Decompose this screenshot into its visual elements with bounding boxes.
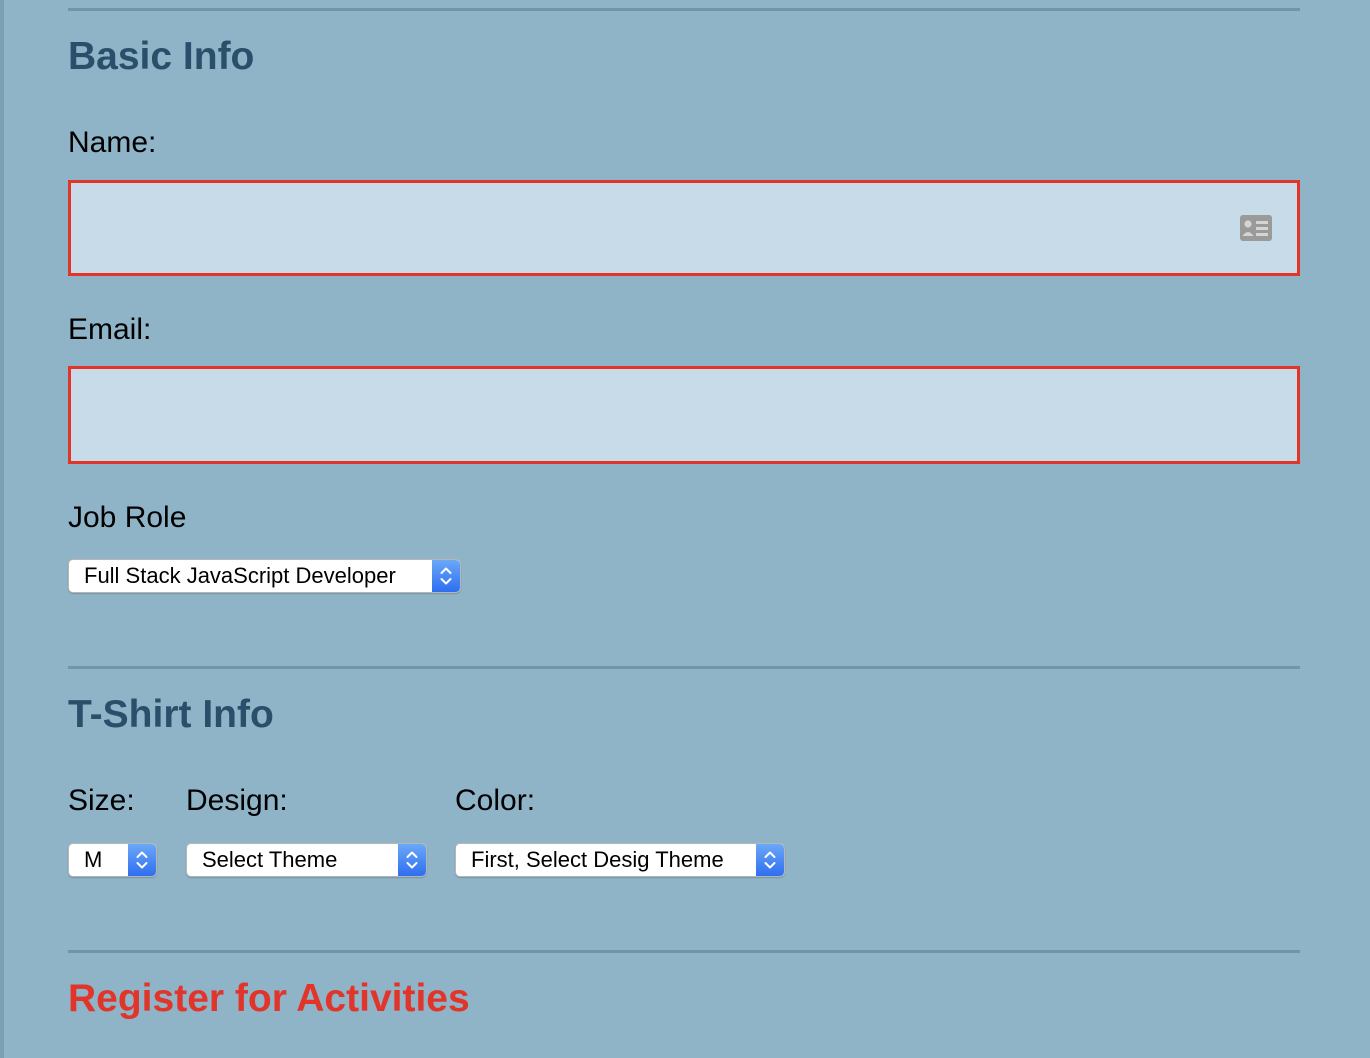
chevron-up-down-icon [764, 851, 776, 869]
job-role-selected-value: Full Stack JavaScript Developer [84, 563, 396, 588]
activities-title: Register for Activities [68, 977, 470, 1020]
design-label: Design: [186, 784, 288, 817]
page-edge [0, 0, 4, 1058]
size-select[interactable]: M [68, 843, 157, 877]
color-stepper[interactable] [756, 844, 784, 876]
email-input[interactable] [68, 366, 1300, 464]
email-label: Email: [68, 313, 152, 346]
job-role-select[interactable]: Full Stack JavaScript Developer [68, 559, 461, 593]
color-label: Color: [455, 784, 536, 817]
color-selected-value: First, Select Desig Theme [471, 847, 724, 872]
chevron-up-down-icon [136, 851, 148, 869]
color-select[interactable]: First, Select Desig Theme [455, 843, 785, 877]
design-stepper[interactable] [398, 844, 426, 876]
chevron-up-down-icon [406, 851, 418, 869]
size-label: Size: [68, 784, 135, 817]
name-input[interactable] [68, 180, 1300, 276]
name-label: Name: [68, 126, 157, 159]
size-selected-value: M [84, 847, 103, 872]
tshirt-info-title: T-Shirt Info [68, 693, 274, 736]
chevron-up-down-icon [440, 567, 452, 585]
design-selected-value: Select Theme [202, 847, 338, 872]
size-stepper[interactable] [128, 844, 156, 876]
section-divider [68, 8, 1300, 11]
job-role-label: Job Role [68, 501, 187, 534]
section-divider [68, 666, 1300, 669]
section-divider [68, 950, 1300, 953]
basic-info-title: Basic Info [68, 35, 255, 78]
contact-card-icon[interactable] [1240, 215, 1272, 241]
design-select[interactable]: Select Theme [186, 843, 427, 877]
job-role-stepper[interactable] [432, 560, 460, 592]
